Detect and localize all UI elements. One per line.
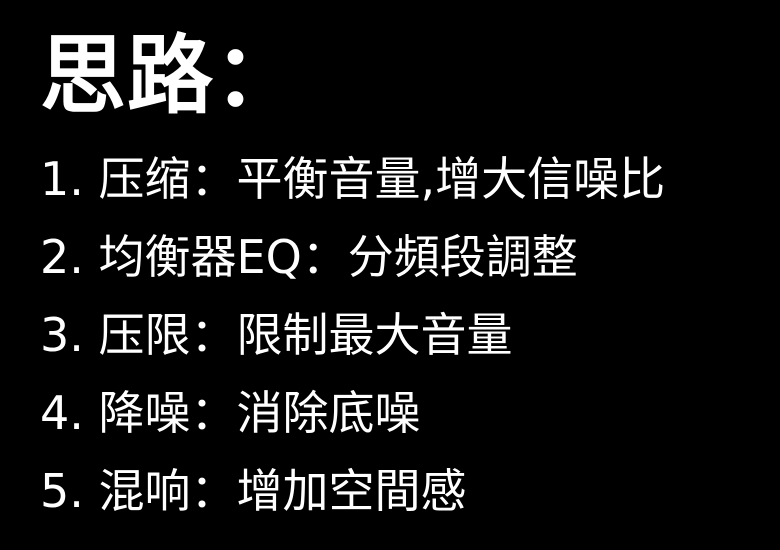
- list-item-limiter: 3. 压限：限制最大音量: [40, 308, 513, 362]
- slide-title: 思路：: [40, 26, 301, 126]
- slide: 思路： 1. 压缩：平衡音量,增大信噪比 2. 均衡器EQ：分頻段調整 3. 压…: [0, 0, 780, 550]
- list-item-noise-reduction: 4. 降噪：消除底噪: [40, 386, 421, 440]
- list-item-compression: 1. 压缩：平衡音量,增大信噪比: [40, 152, 666, 206]
- list-item-equalizer: 2. 均衡器EQ：分頻段調整: [40, 230, 578, 284]
- list-item-reverb: 5. 混响：增加空間感: [40, 464, 467, 518]
- steps-list: 1. 压缩：平衡音量,增大信噪比 2. 均衡器EQ：分頻段調整 3. 压限：限制…: [40, 140, 665, 530]
